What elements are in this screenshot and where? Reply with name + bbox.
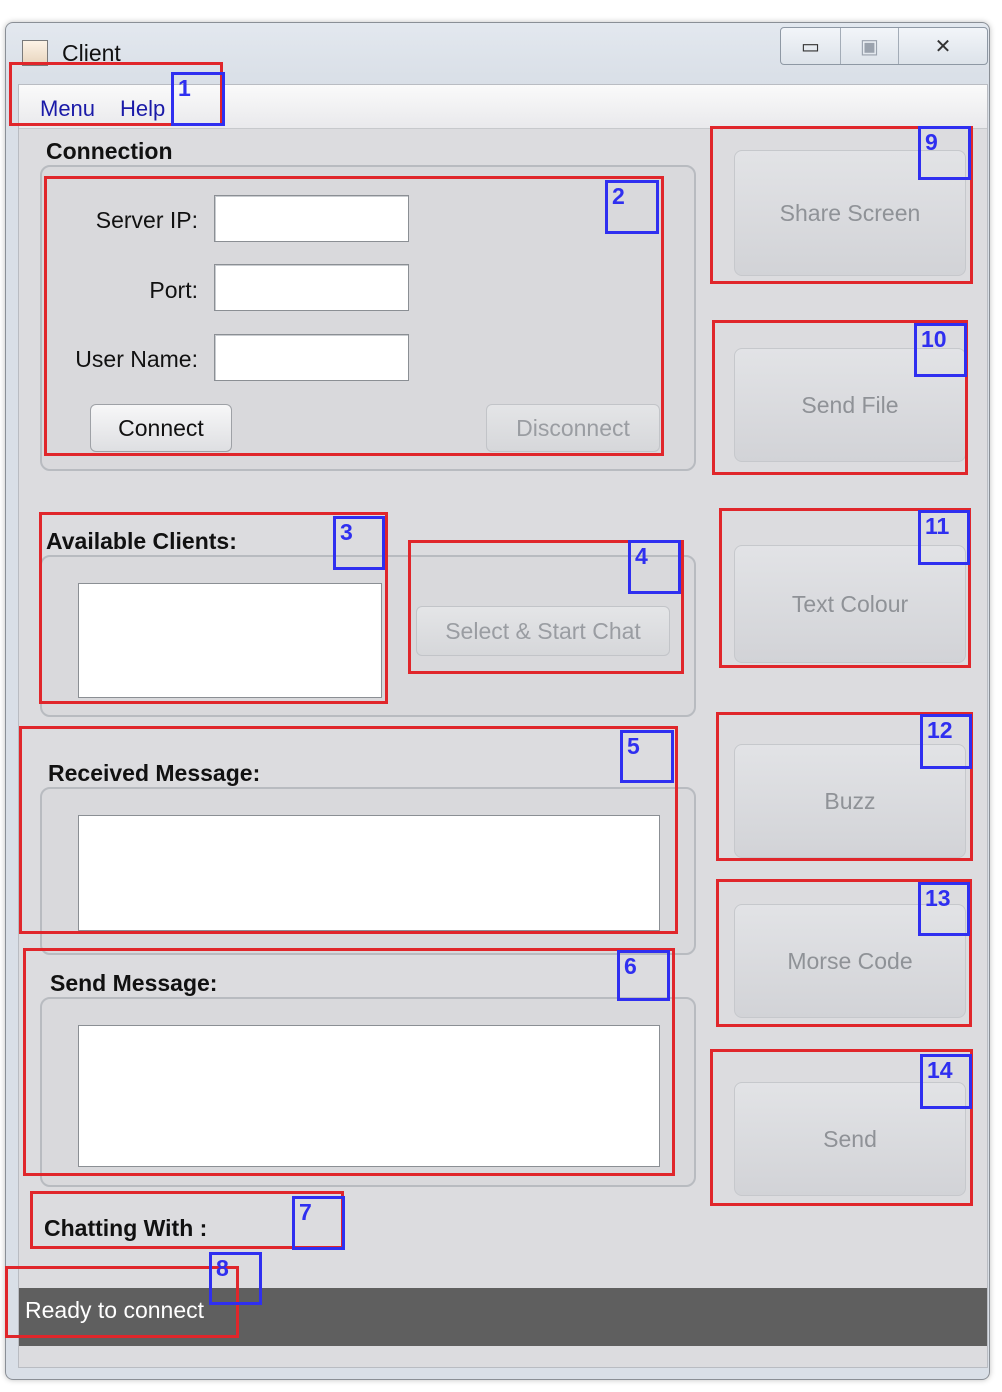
share-screen-button[interactable]: Share Screen [734, 150, 966, 276]
send-button[interactable]: Send [734, 1082, 966, 1196]
disconnect-button[interactable]: Disconnect [486, 404, 660, 452]
send-message-title: Send Message: [50, 970, 218, 996]
connection-title: Connection [46, 138, 173, 164]
available-clients-title: Available Clients: [46, 528, 237, 554]
send-file-button[interactable]: Send File [734, 348, 966, 462]
buzz-button[interactable]: Buzz [734, 744, 966, 858]
app-icon [22, 40, 48, 66]
port-input[interactable] [214, 264, 409, 311]
received-message-area[interactable] [78, 815, 660, 931]
close-icon[interactable]: ✕ [899, 28, 987, 64]
connect-button[interactable]: Connect [90, 404, 232, 452]
received-message-title: Received Message: [48, 760, 261, 786]
window-title: Client [62, 40, 121, 66]
maximize-icon[interactable]: ▣ [841, 28, 899, 64]
minimize-icon[interactable]: ▭ [781, 28, 841, 64]
status-text: Ready to connect [25, 1297, 205, 1323]
select-start-chat-button[interactable]: Select & Start Chat [416, 606, 670, 656]
window-controls: ▭ ▣ ✕ [780, 27, 988, 65]
chatting-with-label: Chatting With : [44, 1215, 208, 1241]
send-message-input[interactable] [78, 1025, 660, 1167]
text-colour-button[interactable]: Text Colour [734, 545, 966, 663]
server-ip-label: Server IP: [95, 207, 198, 233]
menu-item-menu[interactable]: Menu [40, 96, 95, 122]
port-label: Port: [149, 277, 198, 303]
available-clients-list[interactable] [78, 583, 382, 698]
username-input[interactable] [214, 334, 409, 381]
server-ip-input[interactable] [214, 195, 409, 242]
morse-code-button[interactable]: Morse Code [734, 904, 966, 1018]
username-label: User Name: [75, 346, 198, 372]
menu-item-help[interactable]: Help [120, 96, 165, 122]
